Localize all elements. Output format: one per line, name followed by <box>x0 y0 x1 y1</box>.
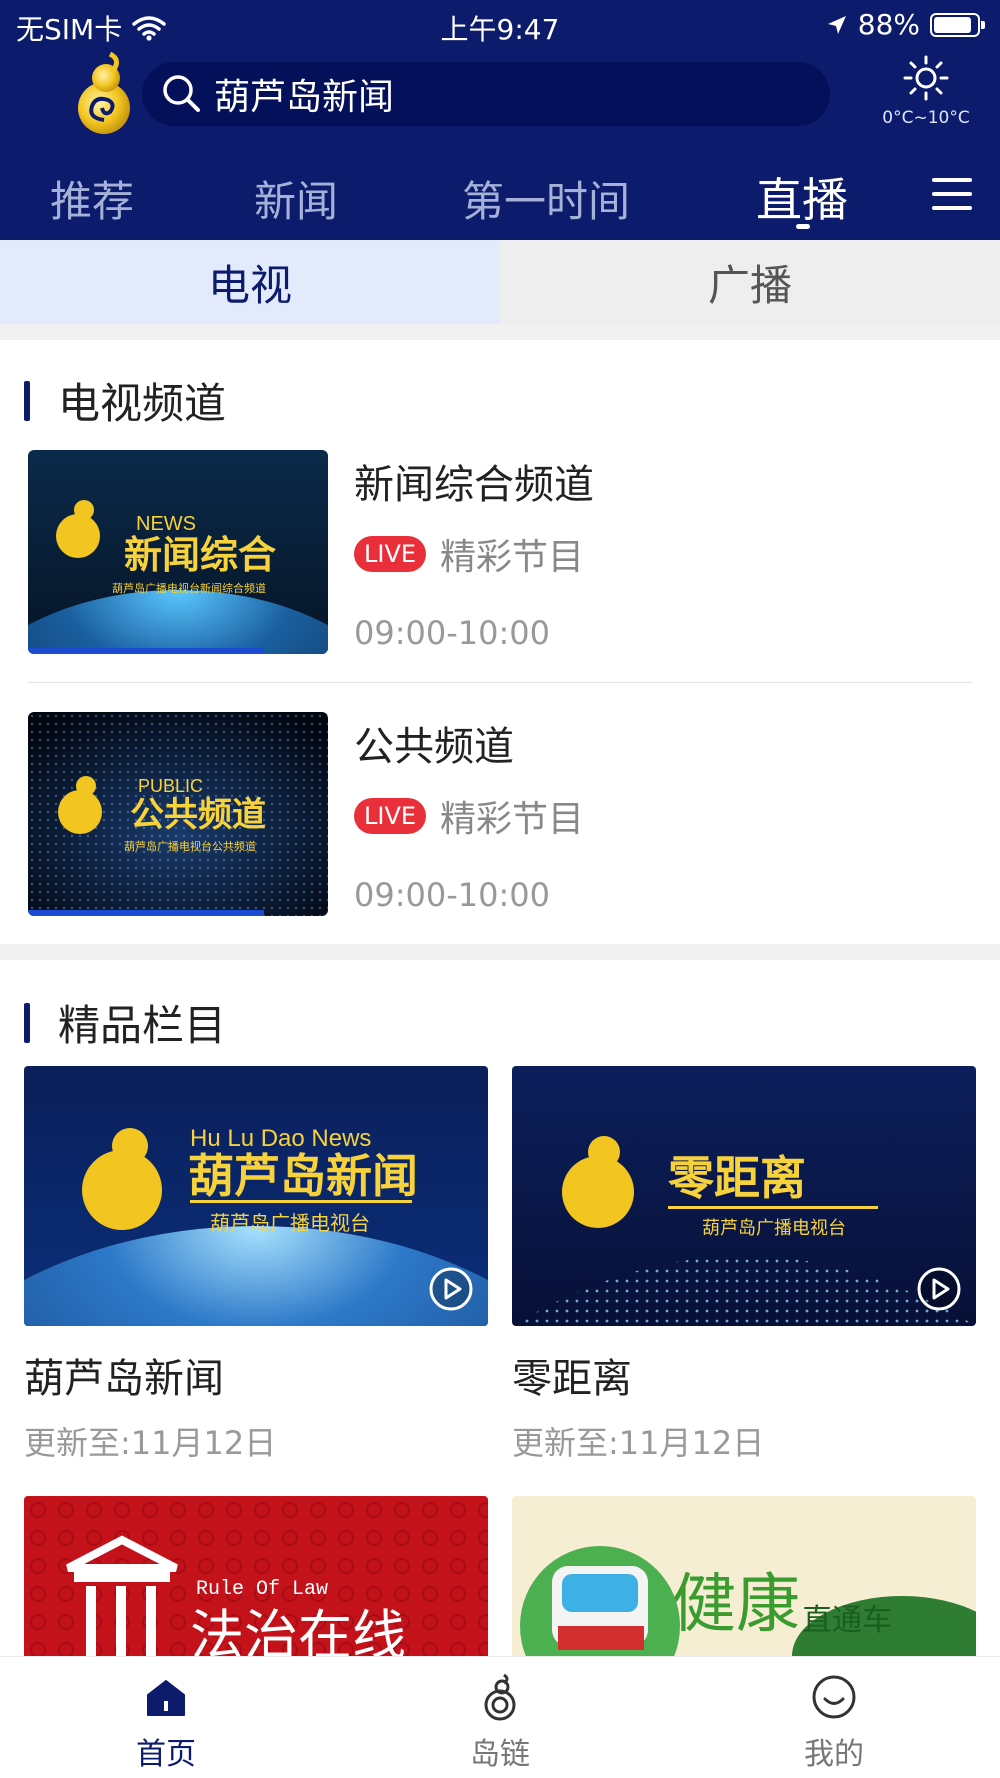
thumb-cn: 葫芦岛新闻 <box>188 1149 418 1203</box>
program-card[interactable]: 零距离 葫芦岛广播电视台 零距离 更新至:11月12日 <box>512 1066 976 1464</box>
program-name: 精彩节目 <box>440 537 585 578</box>
app-logo-icon[interactable] <box>66 50 142 136</box>
tab-live[interactable]: 直播 <box>756 164 848 230</box>
thumb-sub: 葫芦岛广播电视台公共频道 <box>124 839 256 853</box>
weather-text: 0°C~10°C <box>882 108 970 128</box>
nav-me[interactable]: 我的 <box>734 1673 934 1773</box>
status-bar: 无SIM卡 上午9:47 88% <box>0 0 1000 50</box>
sun-icon <box>903 55 949 101</box>
channel-name: 公共频道 <box>354 724 514 770</box>
thumb-cn: 零距离 <box>668 1151 806 1205</box>
thumb-cn-2: 直通车 <box>802 1603 892 1638</box>
thumb-en: Hu Lu Dao News <box>190 1125 371 1152</box>
tab-news[interactable]: 新闻 <box>254 168 338 229</box>
nav-label: 岛链 <box>470 1737 530 1772</box>
menu-icon[interactable] <box>932 178 972 214</box>
section-title-text: 精品栏目 <box>58 1001 227 1050</box>
row-divider <box>28 682 972 683</box>
play-icon[interactable] <box>428 1266 474 1312</box>
thumb-en: NEWS <box>136 513 196 535</box>
bottom-nav: 首页 岛链 我的 <box>0 1656 1000 1778</box>
weather-widget[interactable]: 0°C~10°C <box>876 54 976 128</box>
app-header: 无SIM卡 上午9:47 88% 葫芦岛新闻 0°C~10°C 推荐 新闻 第一… <box>0 0 1000 240</box>
thumb-sub: 葫芦岛广播电视台新闻综合频道 <box>112 581 266 595</box>
swirl-logo-icon <box>484 1673 516 1721</box>
thumb-cn: 法治在线 <box>190 1604 406 1656</box>
smile-icon <box>812 1675 856 1719</box>
program-title: 葫芦岛新闻 <box>24 1356 224 1402</box>
section-divider <box>0 324 1000 340</box>
section-marker <box>24 380 30 421</box>
nav-island-chain[interactable]: 岛链 <box>400 1673 600 1773</box>
thumb-en: PUBLIC <box>138 776 203 796</box>
nav-label: 我的 <box>804 1737 864 1772</box>
nav-label: 首页 <box>136 1737 196 1772</box>
channel-live-info: LIVE 精彩节目 <box>354 790 584 842</box>
battery-percent: 88% <box>857 8 920 41</box>
program-title: 零距离 <box>512 1356 632 1402</box>
thumb-cn: 健康 <box>672 1568 800 1642</box>
channel-live-info: LIVE 精彩节目 <box>354 528 584 580</box>
clock: 上午9:47 <box>440 13 560 46</box>
thumb-en: Rule Of Law <box>196 1578 328 1601</box>
program-card-partial[interactable]: Rule Of Law 法治在线 <box>24 1496 488 1656</box>
top-tabs: 推荐 新闻 第一时间 直播 <box>0 150 1000 240</box>
subtab-tv[interactable]: 电视 <box>0 240 500 324</box>
program-thumbnail[interactable]: Hu Lu Dao News 葫芦岛新闻 葫芦岛广播电视台 <box>24 1066 488 1326</box>
section-marker <box>24 1002 30 1043</box>
tab-recommend[interactable]: 推荐 <box>50 168 134 229</box>
search-bar[interactable]: 葫芦岛新闻 <box>142 62 830 126</box>
program-time: 09:00-10:00 <box>354 614 550 652</box>
home-icon <box>147 1680 185 1716</box>
tv-section-title: 电视频道 <box>24 370 226 431</box>
program-updated: 更新至:11月12日 <box>24 1424 277 1462</box>
featured-section-title: 精品栏目 <box>24 992 226 1053</box>
section-divider <box>0 944 1000 960</box>
nav-home[interactable]: 首页 <box>66 1673 266 1773</box>
channel-thumbnail[interactable]: PUBLIC 公共频道 葫芦岛广播电视台公共频道 <box>28 712 328 916</box>
channel-thumbnail[interactable]: NEWS 新闻综合 葫芦岛广播电视台新闻综合频道 <box>28 450 328 654</box>
thumb-sub: 葫芦岛广播电视台 <box>702 1218 846 1239</box>
live-badge: LIVE <box>354 798 427 834</box>
program-time: 09:00-10:00 <box>354 876 550 914</box>
program-thumbnail[interactable]: 零距离 葫芦岛广播电视台 <box>512 1066 976 1326</box>
search-icon <box>163 75 200 112</box>
play-icon[interactable] <box>916 1266 962 1312</box>
subtab-radio[interactable]: 广播 <box>500 240 1000 324</box>
active-tab-indicator <box>796 224 810 229</box>
thumb-sub: 葫芦岛广播电视台 <box>210 1211 370 1235</box>
program-card-partial[interactable]: 健康 直通车 <box>512 1496 976 1656</box>
search-text: 葫芦岛新闻 <box>214 77 395 118</box>
channel-name: 新闻综合频道 <box>354 462 594 508</box>
program-name: 精彩节目 <box>440 799 585 840</box>
program-card[interactable]: Hu Lu Dao News 葫芦岛新闻 葫芦岛广播电视台 葫芦岛新闻 更新至:… <box>24 1066 488 1464</box>
channel-row[interactable]: NEWS 新闻综合 葫芦岛广播电视台新闻综合频道 新闻综合频道 LIVE 精彩节… <box>28 450 972 660</box>
section-title-text: 电视频道 <box>58 379 227 428</box>
location-arrow-icon <box>827 15 846 34</box>
live-badge: LIVE <box>354 536 427 572</box>
subtab-bar: 电视 广播 <box>0 240 1000 324</box>
battery-icon <box>930 12 985 37</box>
thumb-cn: 新闻综合 <box>124 533 276 577</box>
channel-row[interactable]: PUBLIC 公共频道 葫芦岛广播电视台公共频道 公共频道 LIVE 精彩节目 … <box>28 712 972 922</box>
thumb-cn: 公共频道 <box>130 795 266 835</box>
tab-first-time[interactable]: 第一时间 <box>462 168 630 229</box>
program-updated: 更新至:11月12日 <box>512 1424 765 1462</box>
